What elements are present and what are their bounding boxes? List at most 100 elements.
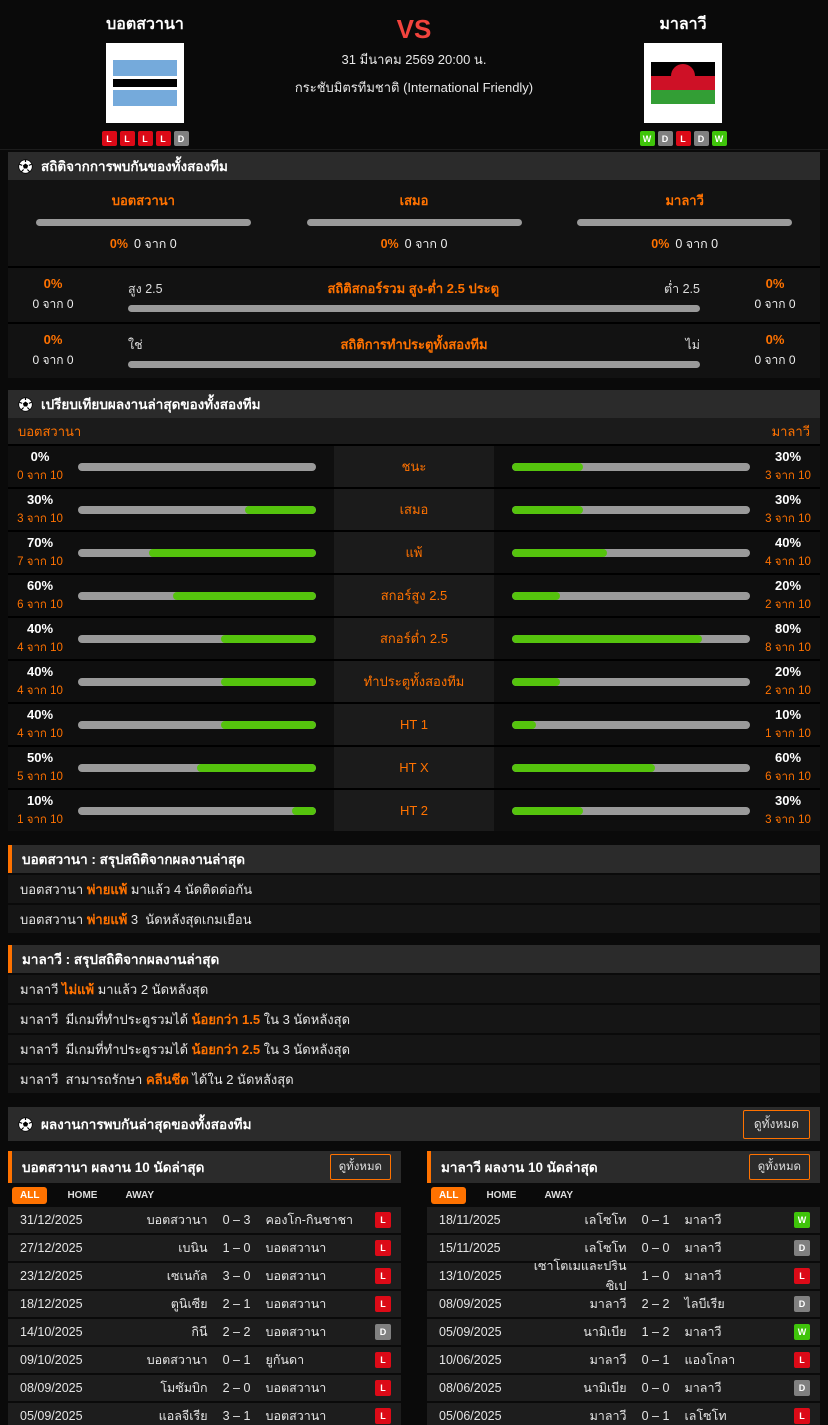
away-team: มาลาวี bbox=[685, 1210, 794, 1230]
compare-home-side: 60%6 จาก 10 bbox=[8, 575, 334, 616]
result-badge: L bbox=[375, 1268, 391, 1284]
home-team: กินี bbox=[108, 1322, 208, 1342]
compare-title: เปรียบเทียบผลงานล่าสุดของทั้งสองทีม bbox=[41, 393, 261, 415]
table-row: 08/09/2025มาลาวี2 – 2ไลบีเรียD bbox=[427, 1291, 820, 1317]
home-team: เลโซโท bbox=[527, 1238, 627, 1258]
match-date: 15/11/2025 bbox=[427, 1241, 527, 1255]
compare-row: 40%4 จาก 10HT 110%1 จาก 10 bbox=[8, 704, 820, 747]
h2h-over-under-row: 0%0 จาก 0 สูง 2.5 สถิติสกอร์รวม สูง-ต่ำ … bbox=[8, 268, 820, 324]
home-summary-header: บอตสวานา : สรุปสถิติจากผลงานล่าสุด bbox=[8, 845, 820, 873]
view-all-button[interactable]: ดูทั้งหมด bbox=[743, 1110, 810, 1139]
away-summary-section: มาลาวี : สรุปสถิติจากผลงานล่าสุด มาลาวี … bbox=[8, 945, 820, 1093]
tab-all[interactable]: ALL bbox=[12, 1187, 47, 1204]
match-date: 08/09/2025 bbox=[427, 1297, 527, 1311]
home-summary-title: บอตสวานา : สรุปสถิติจากผลงานล่าสุด bbox=[22, 848, 245, 870]
home-stat: 40%4 จาก 10 bbox=[8, 664, 72, 700]
home-progress-bar bbox=[78, 592, 316, 600]
away-progress-bar bbox=[512, 721, 750, 729]
soccer-ball-icon bbox=[18, 1117, 33, 1132]
result-badge: L bbox=[375, 1296, 391, 1312]
away-team: มาลาวี bbox=[685, 1266, 794, 1286]
compare-away-side: 20%2 จาก 10 bbox=[494, 661, 820, 702]
away-team: แองโกลา bbox=[685, 1350, 794, 1370]
form-badge-d: D bbox=[694, 131, 709, 146]
compare-home-side: 40%4 จาก 10 bbox=[8, 661, 334, 702]
malawi-flag-icon bbox=[651, 62, 715, 104]
match-score: 0 – 3 bbox=[208, 1213, 266, 1227]
home-team-block: บอตสวานา LLLLD bbox=[60, 0, 230, 146]
btts-right-stat: 0%0 จาก 0 bbox=[730, 332, 820, 370]
table-row: 13/10/2025เซาโตเมและปรินซิเป1 – 0มาลาวีL bbox=[427, 1263, 820, 1289]
home-stat: 70%7 จาก 10 bbox=[8, 535, 72, 571]
match-date: 08/06/2025 bbox=[427, 1381, 527, 1395]
result-badge: L bbox=[794, 1352, 810, 1368]
away-progress-bar bbox=[512, 463, 750, 471]
home-summary-section: บอตสวานา : สรุปสถิติจากผลงานล่าสุด บอตสว… bbox=[8, 845, 820, 933]
match-score: 0 – 1 bbox=[627, 1213, 685, 1227]
compare-row: 0%0 จาก 10ชนะ30%3 จาก 10 bbox=[8, 446, 820, 489]
home-progress-bar bbox=[78, 506, 316, 514]
away-team: บอตสวานา bbox=[266, 1238, 375, 1258]
home-progress-bar bbox=[78, 678, 316, 686]
result-badge: L bbox=[375, 1408, 391, 1424]
h2h-home-bar bbox=[36, 219, 251, 226]
vs-label: VS bbox=[397, 16, 432, 42]
home-team: เซาโตเมและปรินซิเป bbox=[527, 1256, 627, 1296]
tab-home[interactable]: HOME bbox=[478, 1187, 524, 1204]
away-progress-bar bbox=[512, 678, 750, 686]
home-table-title: บอตสวานา ผลงาน 10 นัดล่าสุด bbox=[22, 1156, 204, 1178]
home-team-flag bbox=[106, 43, 184, 123]
result-badge: L bbox=[375, 1380, 391, 1396]
summary-row: มาลาวี มีเกมที่ทำประตูรวมได้ น้อยกว่า 2.… bbox=[8, 1035, 820, 1063]
home-progress-bar bbox=[78, 635, 316, 643]
home-stat: 10%1 จาก 10 bbox=[8, 793, 72, 829]
form-badge-l: L bbox=[102, 131, 117, 146]
form-badge-l: L bbox=[676, 131, 691, 146]
away-team-flag bbox=[644, 43, 722, 123]
result-badge: L bbox=[375, 1352, 391, 1368]
home-team-name: บอตสวานา bbox=[106, 12, 184, 37]
tab-away[interactable]: AWAY bbox=[117, 1187, 162, 1204]
away-team: มาลาวี bbox=[685, 1322, 794, 1342]
form-home: LLLLD bbox=[102, 131, 189, 146]
result-badge: W bbox=[794, 1212, 810, 1228]
compare-section: เปรียบเทียบผลงานล่าสุดของทั้งสองทีม บอตส… bbox=[8, 390, 820, 831]
away-progress-bar bbox=[512, 807, 750, 815]
botswana-flag-icon bbox=[113, 60, 177, 106]
compare-home-side: 50%5 จาก 10 bbox=[8, 747, 334, 788]
match-date: 10/06/2025 bbox=[427, 1353, 527, 1367]
compare-row: 50%5 จาก 10HT X60%6 จาก 10 bbox=[8, 747, 820, 790]
compare-home-side: 0%0 จาก 10 bbox=[8, 446, 334, 487]
h2h-away-bar bbox=[577, 219, 792, 226]
tab-away[interactable]: AWAY bbox=[536, 1187, 581, 1204]
table-row: 08/06/2025นามิเบีย0 – 0มาลาวีD bbox=[427, 1375, 820, 1401]
table-right-rows: 18/11/2025เลโซโท0 – 1มาลาวีW15/11/2025เล… bbox=[427, 1207, 820, 1425]
btts-bar bbox=[128, 361, 700, 368]
compare-row: 10%1 จาก 10HT 230%3 จาก 10 bbox=[8, 790, 820, 831]
tab-home[interactable]: HOME bbox=[59, 1187, 105, 1204]
compare-away-side: 40%4 จาก 10 bbox=[494, 532, 820, 573]
away-team: ไลบีเรีย bbox=[685, 1294, 794, 1314]
away-table-header: มาลาวี ผลงาน 10 นัดล่าสุด ดูทั้งหมด bbox=[427, 1151, 820, 1183]
h2h-results-header: ผลงานการพบกันล่าสุดของทั้งสองทีม ดูทั้งห… bbox=[8, 1107, 820, 1141]
btts-title: สถิติการทำประตูทั้งสองทีม bbox=[340, 334, 487, 355]
away-team-name: มาลาวี bbox=[659, 12, 706, 37]
home-progress-bar bbox=[78, 463, 316, 471]
compare-row-label: สกอร์ต่ำ 2.5 bbox=[334, 618, 494, 659]
compare-away-side: 30%3 จาก 10 bbox=[494, 790, 820, 831]
tab-all[interactable]: ALL bbox=[431, 1187, 466, 1204]
form-badge-l: L bbox=[156, 131, 171, 146]
home-table-header: บอตสวานา ผลงาน 10 นัดล่าสุด ดูทั้งหมด bbox=[8, 1151, 401, 1183]
view-all-button[interactable]: ดูทั้งหมด bbox=[749, 1154, 810, 1180]
home-progress-bar bbox=[78, 721, 316, 729]
table-left-rows: 31/12/2025บอตสวานา0 – 3คองโก-กินชาชาL27/… bbox=[8, 1207, 401, 1425]
result-badge: W bbox=[794, 1324, 810, 1340]
btts-no-label: ไม่ bbox=[685, 335, 700, 355]
compare-away-side: 30%3 จาก 10 bbox=[494, 446, 820, 487]
table-row: 10/06/2025มาลาวี0 – 1แองโกลาL bbox=[427, 1347, 820, 1373]
summary-row: มาลาวี สามารถรักษา คลีนชีต ได้ใน 2 นัดหล… bbox=[8, 1065, 820, 1093]
away-team: บอตสวานา bbox=[266, 1294, 375, 1314]
home-team: บอตสวานา bbox=[108, 1350, 208, 1370]
view-all-button[interactable]: ดูทั้งหมด bbox=[330, 1154, 391, 1180]
compare-away-side: 20%2 จาก 10 bbox=[494, 575, 820, 616]
